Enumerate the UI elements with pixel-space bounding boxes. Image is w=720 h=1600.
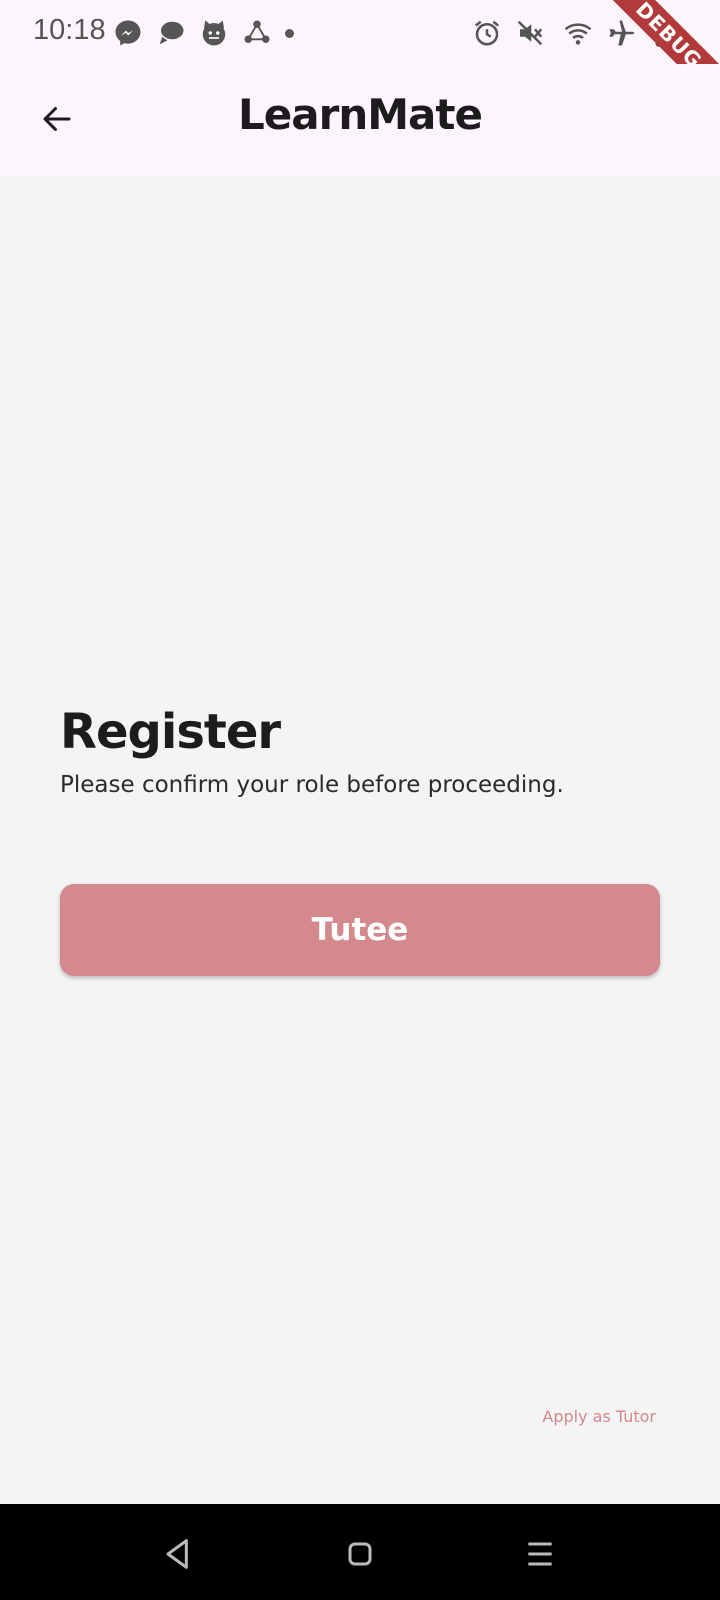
app-title: LearnMate	[238, 90, 483, 139]
messenger-icon	[113, 18, 143, 48]
page-title: Register	[60, 704, 281, 760]
menu-icon	[528, 1542, 552, 1566]
page-subtitle: Please confirm your role before proceedi…	[60, 772, 564, 798]
status-bar: 10:18	[0, 0, 720, 64]
airplane-icon	[607, 18, 637, 48]
app-bar: LearnMate	[0, 64, 720, 176]
home-square-icon	[348, 1542, 372, 1566]
wifi-icon	[563, 18, 593, 48]
nav-back-button[interactable]	[158, 1534, 198, 1574]
notification-dot	[285, 29, 294, 38]
mute-icon	[515, 18, 545, 48]
back-triangle-icon	[166, 1539, 188, 1569]
apply-as-tutor-link[interactable]: Apply as Tutor	[542, 1407, 656, 1426]
tutee-button[interactable]: Tutee	[60, 884, 660, 976]
alarm-icon	[472, 18, 502, 48]
nav-home-button[interactable]	[340, 1534, 380, 1574]
status-time: 10:18	[33, 14, 106, 46]
system-nav-bar	[0, 1504, 720, 1600]
share-app-icon	[242, 18, 272, 48]
cat-app-icon	[199, 18, 229, 48]
chat-bubble-icon	[156, 18, 186, 48]
nav-menu-button[interactable]	[520, 1534, 560, 1574]
tutee-button-label: Tutee	[311, 912, 409, 948]
